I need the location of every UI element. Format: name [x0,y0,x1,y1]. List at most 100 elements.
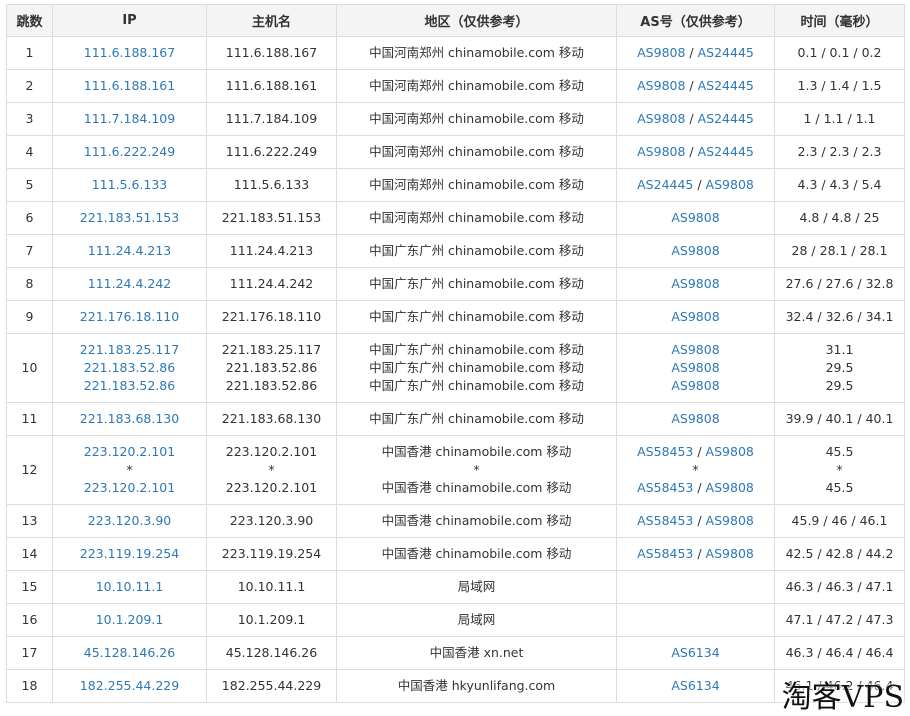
ip-link[interactable]: 182.255.44.229 [55,677,204,695]
time-cell: 4.3 / 4.3 / 5.4 [774,168,905,202]
as-link[interactable]: AS24445 [698,111,754,126]
hostname: 111.6.188.161 [225,78,318,93]
hop-number: 4 [25,144,34,159]
as-link[interactable]: AS9808 [706,480,754,495]
ip-link[interactable]: 111.5.6.133 [55,176,204,194]
ip-link[interactable]: 221.176.18.110 [55,308,204,326]
ip-link[interactable]: 221.183.52.86 [55,359,204,377]
as-link[interactable]: AS9808 [706,513,754,528]
as-link[interactable]: AS24445 [698,78,754,93]
as-cell: AS9808 [616,267,775,301]
as-line: AS58453 / AS9808 [619,443,772,461]
ip-link[interactable]: 111.24.4.242 [55,275,204,293]
as-link[interactable]: AS58453 [637,546,693,561]
region-label: 中国广东广州 chinamobile.com 移动 [369,378,584,393]
hop-cell: 4 [6,135,53,169]
ip-link[interactable]: 111.24.4.213 [55,242,204,260]
as-link[interactable]: AS9808 [671,276,719,291]
as-link[interactable]: AS58453 [637,444,693,459]
ip-link[interactable]: 223.120.3.90 [55,512,204,530]
region-cell: 中国河南郑州 chinamobile.com 移动 [336,135,617,169]
hostname: 111.6.188.167 [225,45,318,60]
as-link[interactable]: AS9808 [671,309,719,324]
as-link[interactable]: AS6134 [671,645,719,660]
ip-link[interactable]: 111.6.188.167 [55,44,204,62]
table-row: 1 111.6.188.167 111.6.188.167 中国河南郑州 chinam… [6,36,905,70]
hop-cell: 3 [6,102,53,136]
latency-value: 29.5 [825,360,854,375]
as-line: * [619,461,772,479]
region-cell: 中国广东广州 chinamobile.com 移动 [336,402,617,436]
region-cell: 中国香港 hkyunlifang.com [336,669,617,703]
ip-link[interactable]: 221.183.68.130 [55,410,204,428]
as-link[interactable]: AS9808 [671,411,719,426]
region-cell: 中国河南郑州 chinamobile.com 移动 [336,168,617,202]
ip-link[interactable]: 221.183.52.86 [55,377,204,395]
hop-cell: 10 [6,333,53,403]
as-line: AS9808 / AS24445 [619,110,772,128]
latency-value: 46.3 / 46.3 / 47.1 [785,579,894,594]
ip-link[interactable]: 111.7.184.109 [55,110,204,128]
hostname: 111.5.6.133 [233,177,310,192]
as-link[interactable]: AS9808 [706,177,754,192]
table-row: 17 45.128.146.26 45.128.146.26 中国香港 xn.net A… [6,636,905,670]
latency-value: 31.1 [825,342,854,357]
host-cell: 111.6.222.249 [206,135,337,169]
table-row: 7 111.24.4.213 111.24.4.213 中国广东广州 chinamob… [6,234,905,268]
as-link[interactable]: AS24445 [698,144,754,159]
as-link[interactable]: AS24445 [637,177,693,192]
hostname: 111.7.184.109 [225,111,318,126]
ip-link[interactable]: 223.120.2.101 [55,443,204,461]
host-cell: 221.183.68.130 [206,402,337,436]
as-link[interactable]: AS9808 [637,45,685,60]
ip-link[interactable]: 111.6.222.249 [55,143,204,161]
as-link[interactable]: AS9808 [671,378,719,393]
as-link[interactable]: AS9808 [706,444,754,459]
ip-link[interactable]: 223.120.2.101 [55,479,204,497]
hostname: * [268,462,275,477]
ip-cell: 221.183.25.117 221.183.52.86 221.183.52.86 [52,333,207,403]
latency-value: 1.3 / 1.4 / 1.5 [797,78,882,93]
as-line: AS9808 [619,359,772,377]
region-label: 中国广东广州 chinamobile.com 移动 [369,309,584,324]
ip-link[interactable]: 10.1.209.1 [55,611,204,629]
hostname: 223.120.3.90 [229,513,314,528]
ip-link[interactable]: 111.6.188.161 [55,77,204,95]
as-link[interactable]: AS9808 [637,144,685,159]
latency-value: 4.3 / 4.3 / 5.4 [797,177,882,192]
ip-link[interactable]: 223.119.19.254 [55,545,204,563]
latency-value: 4.8 / 4.8 / 25 [799,210,880,225]
as-link[interactable]: AS9808 [671,360,719,375]
host-cell: 223.119.19.254 [206,537,337,571]
hostname: 221.183.68.130 [221,411,322,426]
latency-value: 39.9 / 40.1 / 40.1 [785,411,894,426]
traceroute-table: 跳数 IP 主机名 地区（仅供参考） AS号（仅供参考） 时间（毫秒） 1 111… [6,4,905,703]
ip-link[interactable]: 221.183.51.153 [55,209,204,227]
as-link[interactable]: AS9808 [637,78,685,93]
host-cell: 45.128.146.26 [206,636,337,670]
region-cell: 中国香港 xn.net [336,636,617,670]
hop-number: 7 [25,243,34,258]
as-link[interactable]: AS6134 [671,678,719,693]
region-label: 中国广东广州 chinamobile.com 移动 [369,411,584,426]
as-link[interactable]: AS9808 [671,210,719,225]
hop-cell: 15 [6,570,53,604]
as-link[interactable]: AS9808 [671,243,719,258]
ip-cell: 10.10.11.1 [52,570,207,604]
hop-number: 9 [25,309,34,324]
as-link[interactable]: AS24445 [698,45,754,60]
hostname: 111.24.4.242 [229,276,314,291]
ip-link[interactable]: 221.183.25.117 [55,341,204,359]
hop-cell: 18 [6,669,53,703]
ip-link[interactable]: 45.128.146.26 [55,644,204,662]
as-link[interactable]: AS9808 [637,111,685,126]
ip-link[interactable]: 10.10.11.1 [55,578,204,596]
as-link[interactable]: AS58453 [637,513,693,528]
as-link[interactable]: AS9808 [706,546,754,561]
hostname: 111.6.222.249 [225,144,318,159]
hop-cell: 5 [6,168,53,202]
as-link[interactable]: AS9808 [671,342,719,357]
as-line: AS6134 [619,677,772,695]
as-link[interactable]: AS58453 [637,480,693,495]
as-cell [616,570,775,604]
